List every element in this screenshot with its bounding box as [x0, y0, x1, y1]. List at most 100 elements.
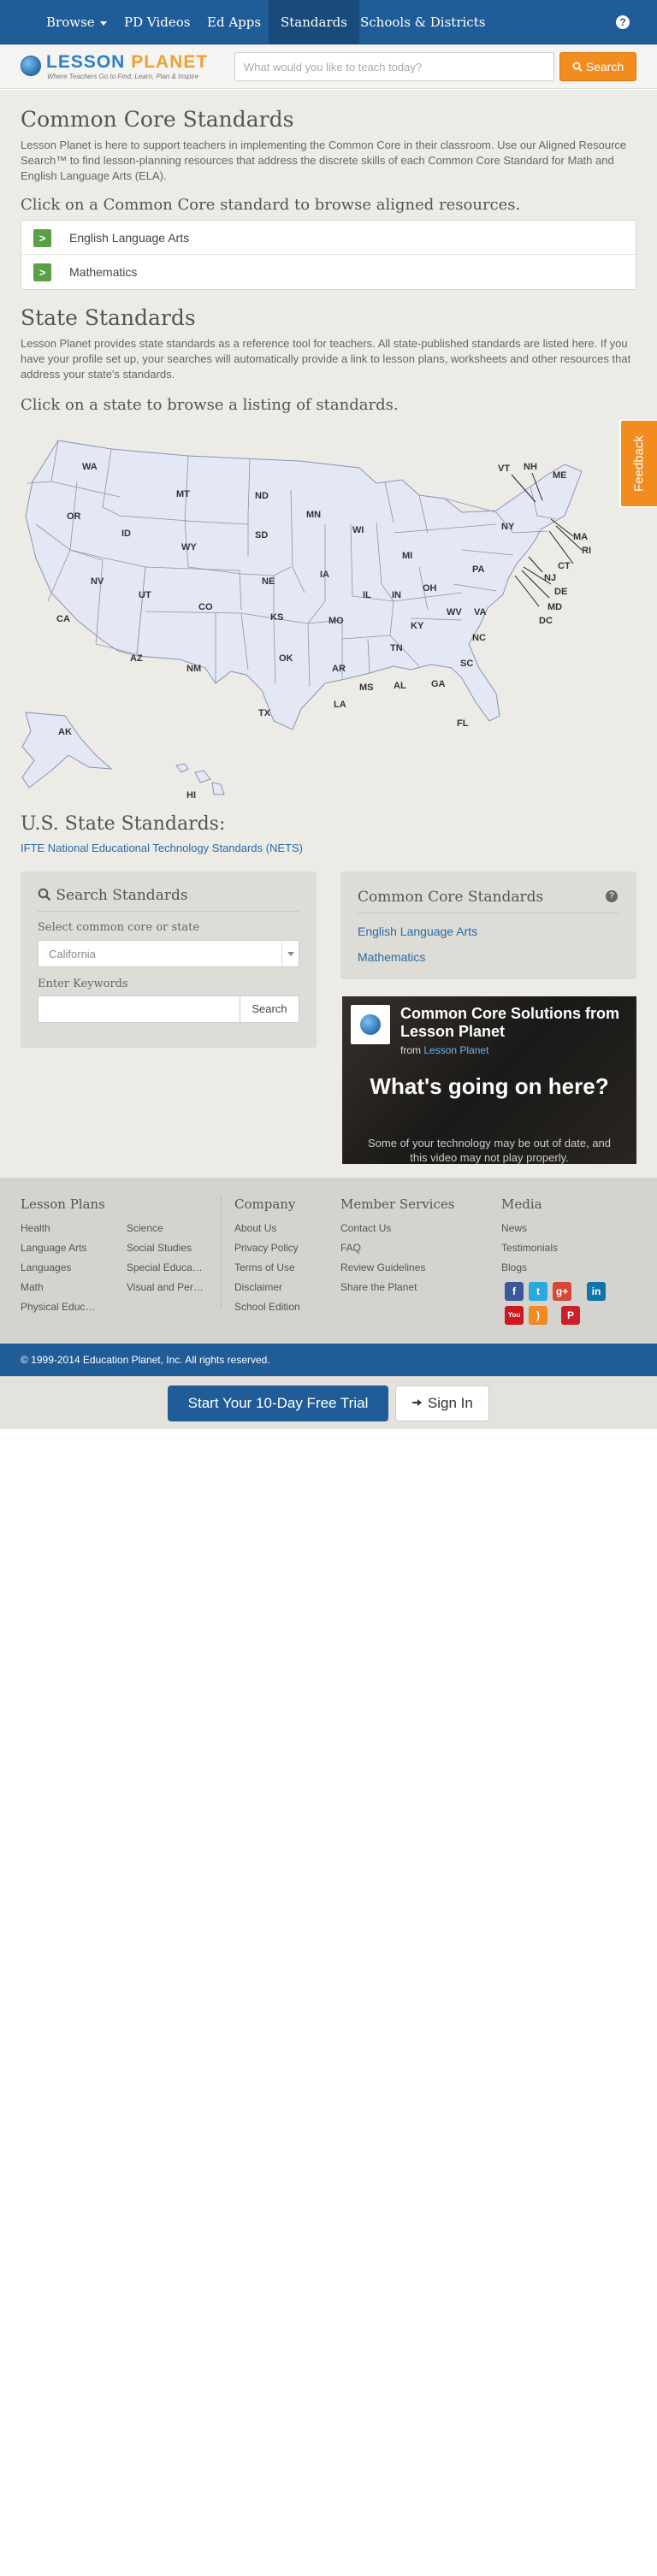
footer-link[interactable]: Testimonials — [501, 1242, 558, 1254]
facebook-icon[interactable]: f — [505, 1282, 524, 1301]
state-label-nj[interactable]: NJ — [544, 573, 556, 583]
nets-standards-link[interactable]: IFTE National Educational Technology Sta… — [21, 841, 636, 856]
nav-ed-apps[interactable]: Ed Apps — [195, 0, 273, 44]
list-item-mathematics[interactable]: > Mathematics — [21, 255, 636, 289]
standard-select[interactable]: California — [38, 940, 299, 967]
state-label-ga[interactable]: GA — [431, 679, 446, 689]
state-label-ar[interactable]: AR — [332, 664, 346, 674]
state-label-mi[interactable]: MI — [402, 551, 412, 561]
state-label-hi[interactable]: HI — [186, 790, 196, 801]
state-label-or[interactable]: OR — [67, 511, 81, 522]
state-label-ut[interactable]: UT — [139, 590, 151, 600]
footer-link[interactable]: FAQ — [340, 1242, 361, 1254]
state-label-az[interactable]: AZ — [130, 653, 143, 664]
footer-link[interactable]: Visual and Per… — [127, 1281, 204, 1293]
state-label-fl[interactable]: FL — [457, 718, 469, 729]
state-label-tn[interactable]: TN — [390, 643, 403, 653]
state-label-nd[interactable]: ND — [255, 491, 269, 501]
free-trial-button[interactable]: Start Your 10-Day Free Trial — [168, 1385, 388, 1421]
contiguous-us-shape[interactable] — [25, 440, 583, 730]
state-label-wv[interactable]: WV — [447, 607, 462, 617]
state-label-la[interactable]: LA — [334, 700, 346, 710]
footer-link[interactable]: School Edition — [234, 1301, 300, 1313]
footer-link[interactable]: Physical Educ… — [21, 1301, 95, 1313]
state-label-id[interactable]: ID — [121, 529, 131, 539]
state-label-nv[interactable]: NV — [91, 576, 104, 587]
state-label-mt[interactable]: MT — [176, 489, 190, 499]
hawaii-shape[interactable] — [175, 763, 225, 795]
state-label-ne[interactable]: NE — [262, 576, 275, 587]
footer-link[interactable]: News — [501, 1222, 527, 1234]
state-label-in[interactable]: IN — [392, 590, 401, 600]
state-label-oh[interactable]: OH — [423, 583, 437, 594]
footer-link[interactable]: Share the Planet — [340, 1281, 417, 1293]
twitter-icon[interactable]: t — [529, 1282, 548, 1301]
state-label-ia[interactable]: IA — [320, 570, 329, 580]
state-label-nm[interactable]: NM — [186, 664, 201, 674]
state-label-ks[interactable]: KS — [270, 612, 283, 623]
nav-schools-districts[interactable]: Schools & Districts — [348, 0, 497, 44]
state-label-ok[interactable]: OK — [279, 653, 293, 664]
cc-link-english-language-arts[interactable]: English Language Arts — [358, 925, 477, 938]
state-label-ny[interactable]: NY — [501, 522, 515, 532]
state-label-ca[interactable]: CA — [56, 614, 70, 624]
search-button[interactable]: Search — [559, 52, 636, 81]
state-label-il[interactable]: IL — [363, 590, 371, 600]
state-label-nh[interactable]: NH — [524, 462, 537, 472]
state-label-tx[interactable]: TX — [258, 708, 271, 718]
footer-link[interactable]: Blogs — [501, 1261, 527, 1273]
feedback-tab[interactable]: Feedback — [619, 419, 657, 508]
state-label-al[interactable]: AL — [394, 681, 406, 691]
help-icon[interactable]: ? — [616, 15, 630, 29]
footer-link[interactable]: Special Educa… — [127, 1261, 203, 1273]
state-label-dc[interactable]: DC — [539, 616, 553, 626]
footer-link[interactable]: Terms of Use — [234, 1261, 295, 1273]
footer-link[interactable]: Contact Us — [340, 1222, 391, 1234]
cc-link-mathematics[interactable]: Mathematics — [358, 950, 425, 964]
google-plus-icon[interactable]: g+ — [553, 1282, 571, 1301]
state-label-mo[interactable]: MO — [328, 616, 344, 626]
video-from-name[interactable]: Lesson Planet — [423, 1044, 488, 1056]
list-item-english-language-arts[interactable]: > English Language Arts — [21, 221, 636, 255]
state-label-wa[interactable]: WA — [82, 462, 98, 472]
state-label-md[interactable]: MD — [548, 602, 562, 612]
state-label-pa[interactable]: PA — [472, 564, 485, 575]
nav-standards[interactable]: Standards — [269, 0, 359, 44]
rss-icon[interactable]: ) — [529, 1306, 548, 1325]
video-title[interactable]: Common Core Solutions from Lesson Planet — [400, 1005, 631, 1041]
state-label-wi[interactable]: WI — [352, 525, 364, 535]
youtube-icon[interactable]: You — [505, 1306, 524, 1325]
footer-link[interactable]: Language Arts — [21, 1242, 86, 1254]
us-states-map[interactable]: WA MT ND MN OR ID SD WI WY NE IA MI NV U… — [17, 430, 642, 806]
state-label-ct[interactable]: CT — [558, 561, 571, 571]
footer-link[interactable]: Languages — [21, 1261, 71, 1273]
footer-link[interactable]: Privacy Policy — [234, 1242, 299, 1254]
state-label-sd[interactable]: SD — [255, 530, 268, 541]
footer-link[interactable]: Disclaimer — [234, 1281, 282, 1293]
state-label-mn[interactable]: MN — [306, 510, 321, 520]
state-label-me[interactable]: ME — [553, 470, 567, 481]
alaska-shape[interactable] — [21, 712, 113, 789]
linkedin-icon[interactable]: in — [587, 1282, 606, 1301]
lesson-planet-logo[interactable]: LESSON PLANET Where Teachers Go to Find,… — [21, 52, 209, 81]
state-label-ak[interactable]: AK — [58, 727, 72, 737]
search-input[interactable] — [234, 52, 554, 81]
keywords-input[interactable] — [38, 996, 240, 1023]
sign-in-button[interactable]: Sign In — [395, 1385, 489, 1421]
footer-link[interactable]: About Us — [234, 1222, 276, 1234]
state-label-co[interactable]: CO — [198, 602, 213, 612]
footer-link[interactable]: Review Guidelines — [340, 1261, 425, 1273]
state-label-ri[interactable]: RI — [582, 546, 591, 556]
footer-link[interactable]: Science — [127, 1222, 163, 1234]
state-label-ma[interactable]: MA — [573, 532, 588, 542]
help-icon[interactable]: ? — [606, 890, 618, 902]
pinterest-icon[interactable]: P — [561, 1306, 580, 1325]
state-label-wy[interactable]: WY — [181, 542, 197, 552]
keywords-search-button[interactable]: Search — [240, 996, 299, 1023]
state-label-nc[interactable]: NC — [472, 633, 486, 643]
state-label-de[interactable]: DE — [554, 587, 567, 597]
state-label-va[interactable]: VA — [474, 607, 487, 617]
state-label-vt[interactable]: VT — [498, 464, 510, 474]
state-label-ms[interactable]: MS — [359, 682, 374, 693]
footer-link[interactable]: Social Studies — [127, 1242, 192, 1254]
